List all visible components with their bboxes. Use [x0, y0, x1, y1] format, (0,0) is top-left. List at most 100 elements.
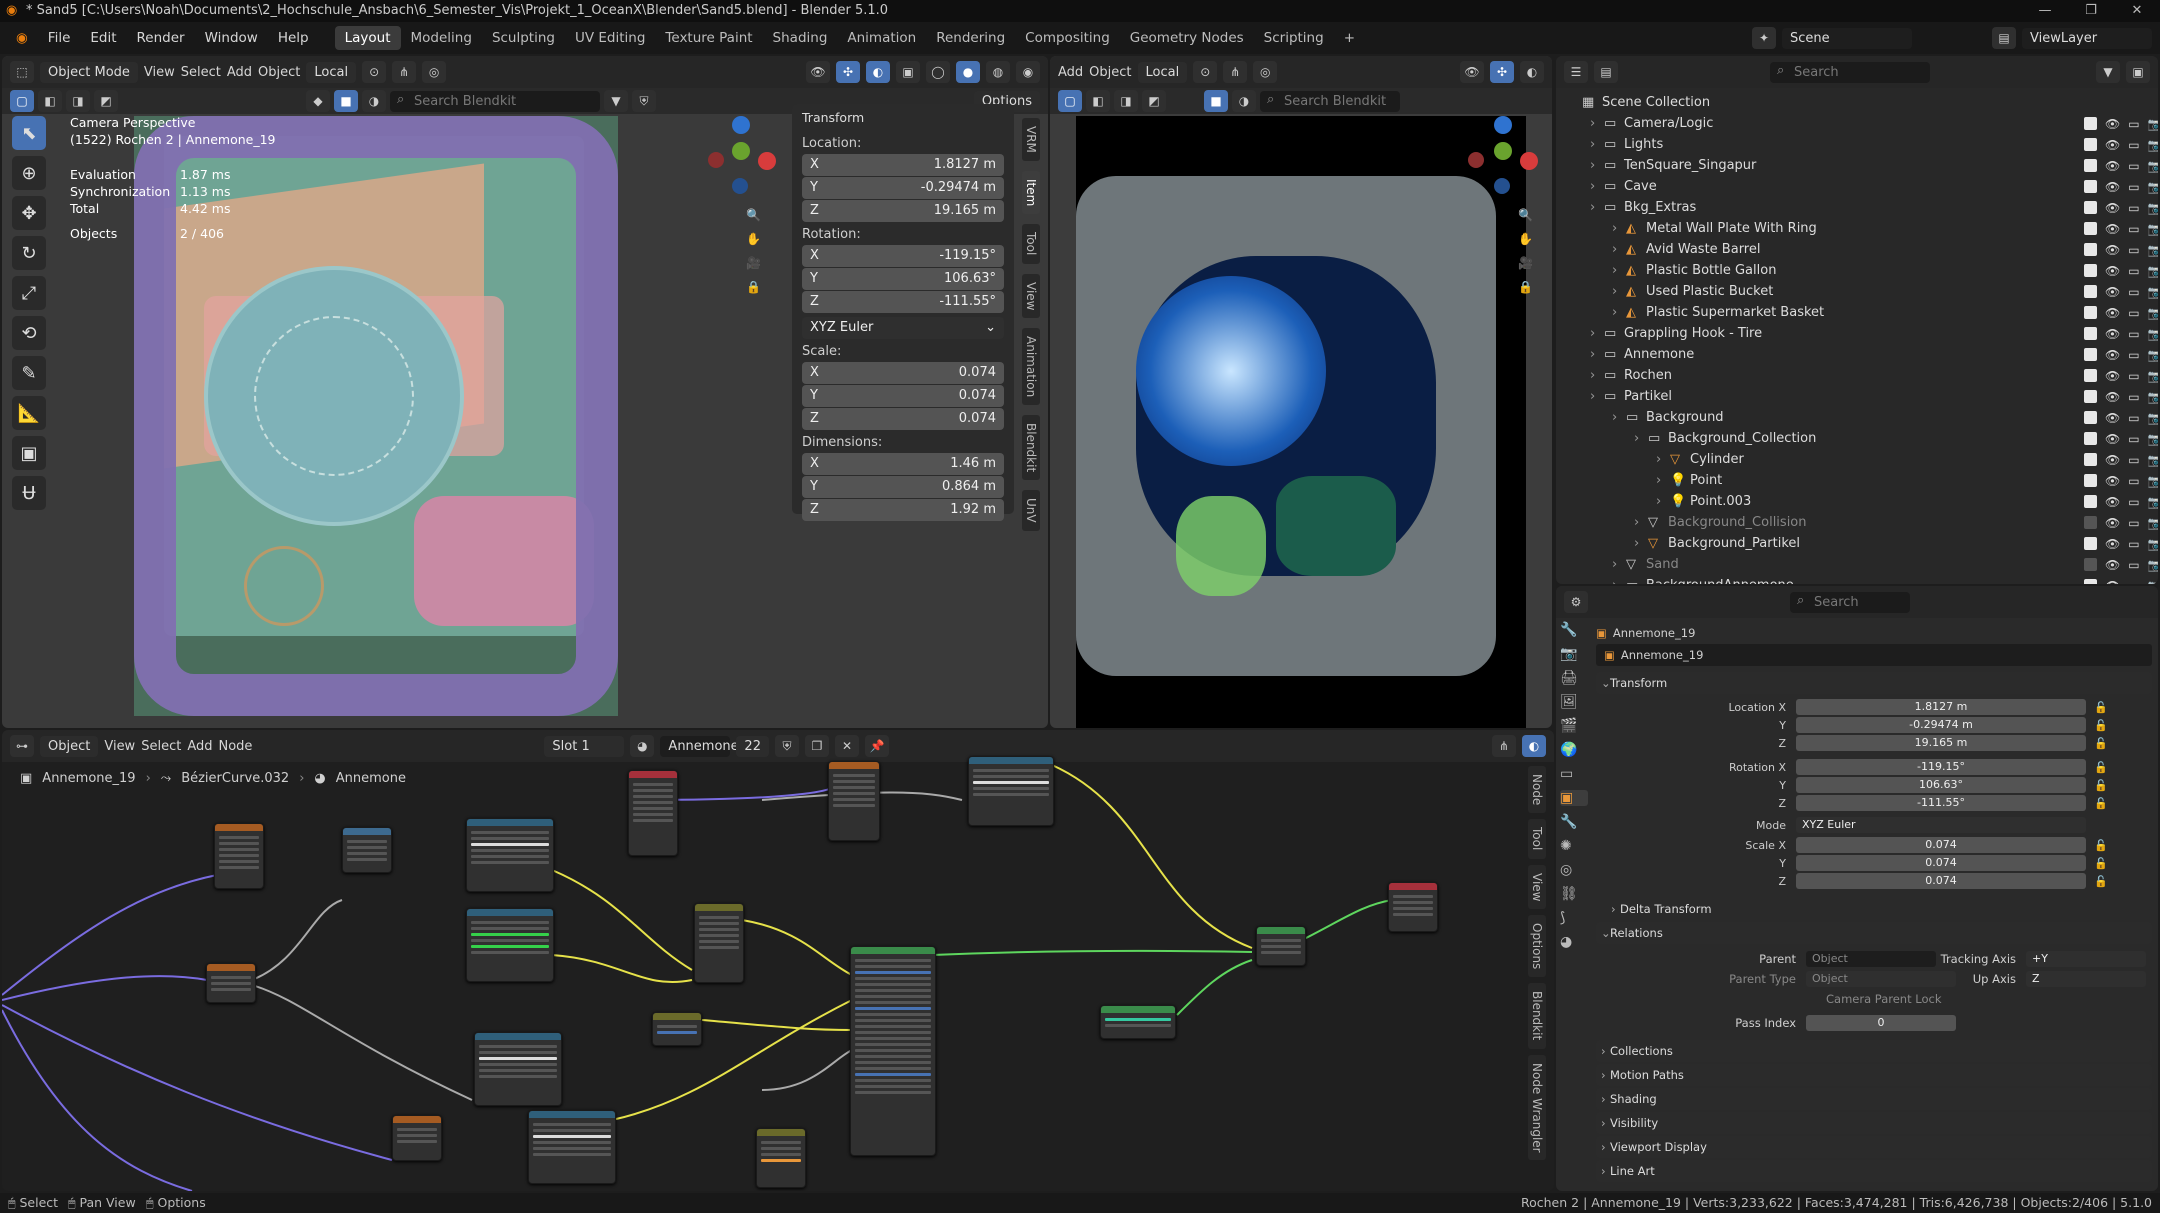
tab-uv-editing[interactable]: UV Editing	[565, 26, 655, 50]
pan-hand-icon[interactable]: ✋	[746, 232, 761, 246]
camera-icon[interactable]: 🎥	[1518, 256, 1533, 270]
camera-render-icon[interactable]: 📷	[2148, 495, 2158, 509]
menu-window[interactable]: Window	[195, 30, 268, 46]
tab-node[interactable]: Node	[1528, 766, 1546, 814]
expand-arrow-icon[interactable]: ›	[1590, 368, 1604, 383]
expand-arrow-icon[interactable]: ›	[1612, 557, 1626, 572]
orientation-selector[interactable]: Local	[306, 61, 357, 83]
monitor-icon[interactable]: ▭	[2128, 348, 2139, 362]
tool-tab-icon[interactable]: 🔧	[1560, 622, 1588, 638]
camera-render-icon[interactable]: 📷	[2148, 264, 2158, 278]
up-axis-select[interactable]: Z	[2026, 971, 2146, 987]
monitor-icon[interactable]: ▭	[2128, 180, 2139, 194]
eye-icon[interactable]: 👁	[2105, 201, 2120, 215]
maximize-button[interactable]: ❐	[2068, 0, 2114, 22]
gizmo-icon[interactable]: ✣	[836, 61, 860, 83]
exclude-checkbox[interactable]	[2084, 579, 2097, 584]
new-collection-icon[interactable]: ▣	[2126, 61, 2150, 83]
menu-help[interactable]: Help	[268, 30, 319, 46]
outliner-row[interactable]: › ▭ TenSquare_Singapur 👁 ▭ 📷	[1568, 155, 2158, 176]
camera-render-icon[interactable]: 📷	[2148, 159, 2158, 173]
add-cube-tool-icon[interactable]: ▣	[12, 436, 46, 470]
filter-icon[interactable]: ▼	[2096, 61, 2120, 83]
outliner-row[interactable]: › 💡 Point 👁 ▭ 📷	[1568, 470, 2158, 491]
overlay-icon[interactable]: ◐	[1522, 735, 1546, 757]
collapsed-panel-header[interactable]: Shading	[1596, 1088, 2152, 1110]
monitor-icon[interactable]: ▭	[2128, 264, 2139, 278]
scale-z-field[interactable]: Z 0.074	[802, 408, 1004, 430]
eye-icon[interactable]: 👁	[2105, 411, 2120, 425]
exclude-checkbox[interactable]	[2084, 306, 2097, 319]
shield-icon[interactable]: ⛨	[632, 90, 656, 112]
eye-icon[interactable]: 👁	[2105, 243, 2120, 257]
collapsed-panel-header[interactable]: Motion Paths	[1596, 1064, 2152, 1086]
outliner-row[interactable]: › ▭ Rochen 👁 ▭ 📷	[1568, 365, 2158, 386]
mode-selector[interactable]: Object Mode	[40, 61, 138, 83]
exclude-checkbox[interactable]	[2084, 453, 2097, 466]
add-workspace-button[interactable]: +	[1334, 26, 1365, 50]
exclude-checkbox[interactable]	[2084, 201, 2097, 214]
exclude-checkbox[interactable]	[2084, 138, 2097, 151]
eye-icon[interactable]: 👁	[2105, 138, 2120, 152]
proportional-icon[interactable]: ◎	[422, 61, 447, 83]
outliner-row[interactable]: › ▽ Sand 👁 ▭ 📷	[1568, 554, 2158, 575]
eye-icon[interactable]: 👁	[2105, 453, 2120, 467]
tab-rendering[interactable]: Rendering	[926, 26, 1015, 50]
lock-icon[interactable]: 🔓	[2094, 839, 2108, 852]
monitor-icon[interactable]: ▭	[2128, 327, 2139, 341]
menu-add[interactable]: Add	[1058, 65, 1083, 80]
monitor-icon[interactable]: ▭	[2128, 411, 2139, 425]
minimize-button[interactable]: —	[2022, 0, 2068, 22]
output-tab-icon[interactable]: 🖨	[1560, 670, 1588, 686]
gizmo-icon[interactable]: ✣	[1490, 61, 1514, 83]
monitor-icon[interactable]: ▭	[2128, 285, 2139, 299]
exclude-checkbox[interactable]	[2084, 243, 2097, 256]
tracking-axis-select[interactable]: +Y	[2026, 951, 2146, 967]
monitor-icon[interactable]: ▭	[2128, 222, 2139, 236]
expand-arrow-icon[interactable]: ›	[1590, 347, 1604, 362]
expand-arrow-icon[interactable]: ›	[1656, 494, 1670, 509]
object-name-field[interactable]: ▣ Annemone_19	[1596, 644, 2152, 666]
monitor-icon[interactable]: ▭	[2128, 138, 2139, 152]
collapsed-panel-header[interactable]: Collections	[1596, 1040, 2152, 1062]
parent-field[interactable]: Object	[1806, 951, 1936, 967]
menu-object[interactable]: Object	[258, 65, 300, 80]
rotation-field[interactable]: -111.55°	[1796, 795, 2086, 811]
outliner-row[interactable]: › ▭ Background 👁 ▭ 📷	[1568, 407, 2158, 428]
material-tab-icon[interactable]: ◕	[1560, 934, 1588, 950]
select-invert-icon[interactable]: ◩	[94, 90, 118, 112]
lock-icon[interactable]: 🔓	[2094, 761, 2108, 774]
expand-arrow-icon[interactable]: ›	[1612, 221, 1626, 236]
rotation-x-field[interactable]: X -119.15°	[802, 245, 1004, 267]
scale-field[interactable]: 0.074	[1796, 855, 2086, 871]
outliner-row[interactable]: › ◭ Metal Wall Plate With Ring 👁 ▭ 📷	[1568, 218, 2158, 239]
monitor-icon[interactable]: ▭	[2128, 432, 2139, 446]
outliner-row[interactable]: ›▭BackgroundAnnemone👁▭📷	[1568, 575, 2158, 584]
tab-tool[interactable]: Tool	[1022, 224, 1040, 264]
eye-icon[interactable]: 👁	[2105, 264, 2120, 278]
shader-node[interactable]	[828, 761, 880, 841]
shader-node[interactable]	[466, 818, 554, 892]
editor-type-icon[interactable]: ⬚	[10, 61, 34, 83]
parent-type-select[interactable]: Object	[1806, 971, 1956, 987]
tab-compositing[interactable]: Compositing	[1015, 26, 1120, 50]
select-extend-icon[interactable]: ◧	[38, 90, 62, 112]
lock-icon[interactable]: 🔒	[1518, 280, 1533, 294]
camera-render-icon[interactable]: 📷	[2148, 432, 2158, 446]
camera-render-icon[interactable]: 📷	[2148, 558, 2158, 572]
wireframe-shading-icon[interactable]: ◯	[926, 61, 950, 83]
scene-selector[interactable]: Scene	[1782, 27, 1912, 49]
lock-icon[interactable]: 🔓	[2094, 857, 2108, 870]
viewport-left[interactable]: ⬚ Object Mode View Select Add Object Loc…	[2, 56, 1048, 728]
exclude-checkbox[interactable]	[2084, 327, 2097, 340]
exclude-checkbox[interactable]	[2084, 558, 2097, 571]
model-filter-icon[interactable]: ■	[1204, 90, 1228, 112]
expand-arrow-icon[interactable]: ›	[1590, 137, 1604, 152]
collapsed-panel-header[interactable]: Visibility	[1596, 1112, 2152, 1134]
outliner-row[interactable]: ▦ Scene Collection	[1568, 92, 2158, 113]
location-field[interactable]: -0.29474 m	[1796, 717, 2086, 733]
monitor-icon[interactable]: ▭	[2128, 537, 2139, 551]
eye-icon[interactable]: 👁	[2105, 432, 2120, 446]
shader-node[interactable]	[214, 823, 264, 889]
zoom-icon[interactable]: 🔍	[746, 208, 761, 222]
